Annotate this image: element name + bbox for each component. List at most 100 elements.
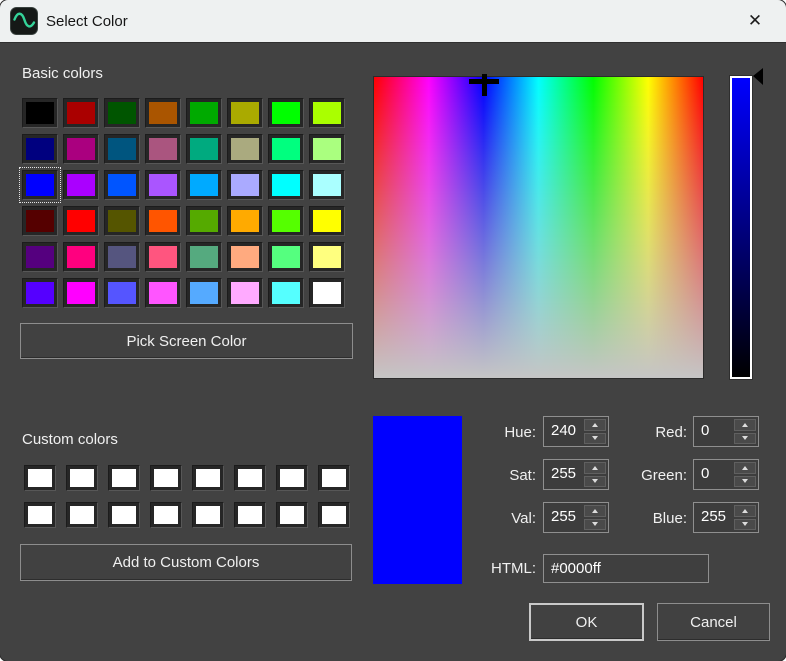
basic-color-swatch[interactable]: [104, 170, 140, 200]
basic-color-swatch[interactable]: [186, 278, 222, 308]
basic-color-swatch[interactable]: [104, 134, 140, 164]
blue-input[interactable]: [701, 504, 733, 529]
basic-color-swatch[interactable]: [268, 98, 304, 128]
basic-color-swatch[interactable]: [22, 170, 58, 200]
basic-color-swatch[interactable]: [186, 242, 222, 272]
basic-color-swatch[interactable]: [268, 206, 304, 236]
basic-color-swatch[interactable]: [309, 206, 345, 236]
basic-color-swatch[interactable]: [227, 206, 263, 236]
basic-color-swatch[interactable]: [104, 206, 140, 236]
custom-color-swatch[interactable]: [192, 502, 224, 528]
basic-color-swatch[interactable]: [309, 170, 345, 200]
swatch-color: [67, 102, 95, 124]
swatch-color: [149, 210, 177, 232]
red-spin-up-button[interactable]: [734, 419, 756, 431]
basic-color-swatch[interactable]: [104, 278, 140, 308]
value-slider-arrow-icon[interactable]: [753, 68, 763, 85]
pick-screen-color-button[interactable]: Pick Screen Color: [20, 323, 353, 359]
basic-color-swatch[interactable]: [22, 134, 58, 164]
custom-color-swatch[interactable]: [66, 502, 98, 528]
basic-color-swatch[interactable]: [268, 134, 304, 164]
basic-color-swatch[interactable]: [63, 134, 99, 164]
basic-color-swatch[interactable]: [145, 206, 181, 236]
swatch-color: [108, 102, 136, 124]
basic-color-swatch[interactable]: [145, 98, 181, 128]
arrow-down-icon: [592, 522, 598, 526]
basic-color-swatch[interactable]: [63, 98, 99, 128]
hue-label: Hue:: [450, 424, 536, 441]
basic-color-swatch[interactable]: [104, 98, 140, 128]
custom-color-swatch[interactable]: [318, 502, 350, 528]
picker-crosshair-icon[interactable]: [469, 77, 499, 99]
sat-input[interactable]: [551, 461, 583, 486]
custom-color-swatch[interactable]: [318, 465, 350, 491]
basic-color-swatch[interactable]: [186, 206, 222, 236]
custom-color-swatch[interactable]: [150, 465, 182, 491]
custom-color-swatch[interactable]: [24, 502, 56, 528]
basic-color-swatch[interactable]: [309, 242, 345, 272]
swatch-color: [149, 138, 177, 160]
value-slider[interactable]: [730, 76, 752, 379]
custom-color-swatch[interactable]: [150, 502, 182, 528]
basic-color-swatch[interactable]: [309, 98, 345, 128]
custom-color-swatch[interactable]: [276, 465, 308, 491]
html-input[interactable]: [551, 556, 701, 581]
basic-color-swatch[interactable]: [186, 170, 222, 200]
blue-spin-up-button[interactable]: [734, 505, 756, 517]
basic-color-swatch[interactable]: [22, 206, 58, 236]
basic-color-swatch[interactable]: [63, 170, 99, 200]
basic-color-swatch[interactable]: [104, 242, 140, 272]
basic-color-swatch[interactable]: [145, 134, 181, 164]
green-label: Green:: [600, 467, 687, 484]
close-button[interactable]: ✕: [732, 0, 778, 41]
swatch-color: [67, 138, 95, 160]
basic-color-swatch[interactable]: [63, 242, 99, 272]
green-spin-up-button[interactable]: [734, 462, 756, 474]
basic-color-swatch[interactable]: [268, 170, 304, 200]
basic-color-swatch[interactable]: [145, 278, 181, 308]
custom-color-swatch[interactable]: [276, 502, 308, 528]
ok-button[interactable]: OK: [529, 603, 644, 641]
custom-color-swatch[interactable]: [192, 465, 224, 491]
swatch-color: [313, 102, 341, 124]
cancel-button[interactable]: Cancel: [657, 603, 770, 641]
swatch-color: [26, 138, 54, 160]
basic-color-swatch[interactable]: [227, 242, 263, 272]
custom-color-swatch[interactable]: [108, 465, 140, 491]
basic-color-swatch[interactable]: [227, 170, 263, 200]
green-spin-down-button[interactable]: [734, 476, 756, 488]
custom-color-swatch[interactable]: [66, 465, 98, 491]
red-spin-down-button[interactable]: [734, 433, 756, 445]
custom-color-swatch[interactable]: [234, 465, 266, 491]
custom-color-swatch[interactable]: [24, 465, 56, 491]
basic-color-swatch[interactable]: [63, 278, 99, 308]
val-input[interactable]: [551, 504, 583, 529]
swatch-color: [28, 469, 52, 487]
basic-color-swatch[interactable]: [186, 134, 222, 164]
hue-input[interactable]: [551, 418, 583, 443]
basic-color-swatch[interactable]: [22, 242, 58, 272]
swatch-color: [26, 246, 54, 268]
basic-color-swatch[interactable]: [145, 242, 181, 272]
basic-color-swatch[interactable]: [227, 98, 263, 128]
basic-color-swatch[interactable]: [63, 206, 99, 236]
basic-color-swatch[interactable]: [227, 278, 263, 308]
basic-color-swatch[interactable]: [309, 278, 345, 308]
basic-color-swatch[interactable]: [227, 134, 263, 164]
blue-spin-down-button[interactable]: [734, 519, 756, 531]
custom-color-swatch[interactable]: [108, 502, 140, 528]
basic-color-swatch[interactable]: [145, 170, 181, 200]
swatch-color: [190, 138, 218, 160]
basic-color-swatch[interactable]: [22, 278, 58, 308]
basic-color-swatch[interactable]: [268, 242, 304, 272]
basic-color-swatch[interactable]: [309, 134, 345, 164]
green-input[interactable]: [701, 461, 733, 486]
basic-color-swatch[interactable]: [22, 98, 58, 128]
basic-color-swatch[interactable]: [186, 98, 222, 128]
red-input[interactable]: [701, 418, 733, 443]
basic-color-swatch[interactable]: [268, 278, 304, 308]
add-to-custom-colors-button[interactable]: Add to Custom Colors: [20, 544, 352, 581]
custom-color-swatch[interactable]: [234, 502, 266, 528]
swatch-color: [231, 102, 259, 124]
hue-saturation-picker[interactable]: [373, 76, 704, 379]
